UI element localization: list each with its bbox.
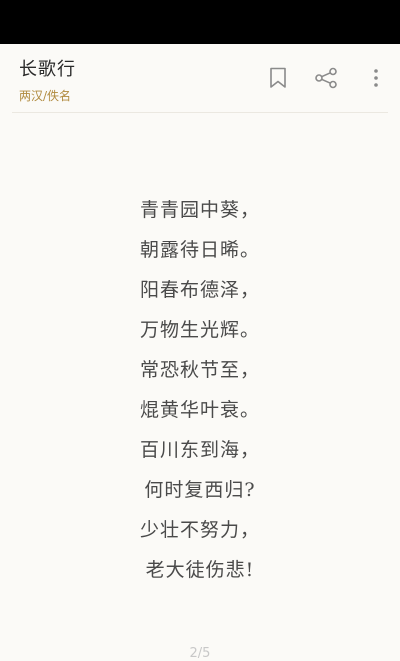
poem-line: 常恐秋节至，	[139, 359, 260, 381]
bookmark-icon[interactable]	[266, 66, 290, 90]
more-vertical-icon[interactable]	[364, 66, 388, 90]
poem-line: 何时复西归?	[144, 479, 256, 501]
page-indicator: 2/5	[189, 646, 211, 661]
poem-line: 万物生光辉。	[139, 319, 260, 341]
share-icon[interactable]	[314, 66, 338, 90]
poem-line: 少壮不努力，	[139, 519, 260, 541]
poem-line: 朝露待日晞。	[139, 239, 260, 261]
poem-body: 青青园中葵， 朝露待日晞。 阳春布德泽， 万物生光辉。 常恐秋节至， 焜黄华叶衰…	[0, 190, 400, 590]
poem-line: 老大徒伤悲!	[145, 559, 255, 581]
header-divider	[12, 112, 388, 113]
poem-line: 青青园中葵，	[139, 199, 260, 221]
poem-line: 焜黄华叶衰。	[139, 399, 260, 421]
status-bar	[0, 0, 400, 44]
poem-line: 阳春布德泽，	[139, 279, 260, 301]
page-title: 长歌行	[19, 59, 76, 80]
author-link[interactable]: 两汉/佚名	[19, 87, 71, 104]
header: 长歌行 两汉/佚名	[0, 44, 400, 114]
poem-line: 百川东到海，	[139, 439, 260, 461]
